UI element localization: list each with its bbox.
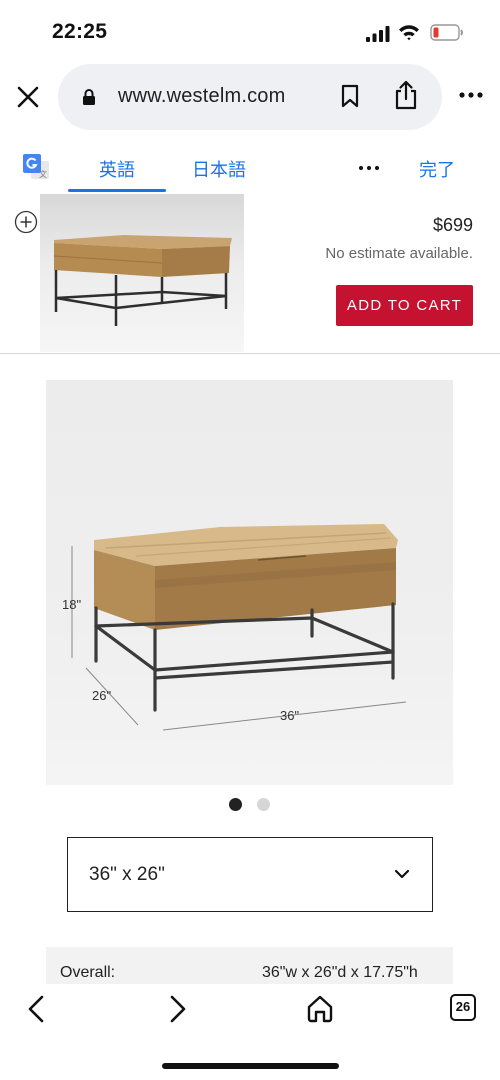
status-time: 22:25 <box>52 20 108 43</box>
signal-icon <box>366 26 390 42</box>
specs-row: Overall: 36"w x 26"d x 17.75"h <box>46 947 453 987</box>
home-icon[interactable] <box>305 994 335 1024</box>
home-indicator <box>162 1063 339 1069</box>
status-bar: 22:25 <box>0 0 500 64</box>
google-translate-icon[interactable]: 文 <box>22 153 50 181</box>
add-to-cart-button[interactable]: ADD TO CART <box>336 285 473 326</box>
width-dimension-label: 36" <box>280 708 300 723</box>
forward-icon[interactable] <box>168 994 188 1024</box>
share-icon[interactable] <box>394 80 418 110</box>
back-icon[interactable] <box>26 994 46 1024</box>
chevron-down-icon <box>394 869 410 879</box>
product-thumbnail[interactable] <box>40 194 244 352</box>
wifi-icon <box>399 25 419 41</box>
url-text: www.westelm.com <box>118 85 286 107</box>
tab-japanese[interactable]: 日本語 <box>192 156 246 182</box>
height-dimension-label: 18" <box>62 597 82 612</box>
carousel-pagination <box>229 798 273 812</box>
product-main-image[interactable]: 18" 26" 36" <box>46 380 453 785</box>
battery-icon <box>430 24 463 41</box>
size-select-value: 36" x 26" <box>89 864 165 885</box>
close-icon[interactable] <box>14 83 42 111</box>
product-table-illustration <box>71 524 407 731</box>
more-icon[interactable] <box>458 88 484 102</box>
svg-text:文: 文 <box>39 169 47 179</box>
size-select[interactable]: 36" x 26" <box>67 837 433 912</box>
tab-english[interactable]: 英語 <box>99 156 135 182</box>
lock-icon <box>83 89 95 105</box>
spec-value-overall: 36"w x 26"d x 17.75"h <box>262 964 418 981</box>
address-bar[interactable]: www.westelm.com <box>58 64 442 130</box>
add-circle-icon[interactable] <box>14 210 38 234</box>
delivery-estimate: No estimate available. <box>325 245 473 262</box>
thumbnail-table-image <box>53 235 232 326</box>
sticky-product-bar: $699 No estimate available. ADD TO CART <box>0 194 500 354</box>
bookmark-icon[interactable] <box>341 84 359 108</box>
translate-done-button[interactable]: 完了 <box>419 156 455 182</box>
translate-bar: 文 英語 日本語 完了 <box>0 140 500 194</box>
tab-count: 26 <box>455 999 471 1014</box>
translate-more-icon[interactable] <box>358 164 380 172</box>
tabs-button[interactable]: 26 <box>450 994 476 1021</box>
carousel-dot[interactable] <box>257 798 270 811</box>
product-price: $699 <box>432 215 473 235</box>
bottom-toolbar: 26 <box>0 984 500 1080</box>
spec-label-overall: Overall: <box>60 964 116 981</box>
carousel-dot-active[interactable] <box>229 798 242 811</box>
depth-dimension-label: 26" <box>92 688 112 703</box>
selected-tab-indicator <box>68 189 166 192</box>
